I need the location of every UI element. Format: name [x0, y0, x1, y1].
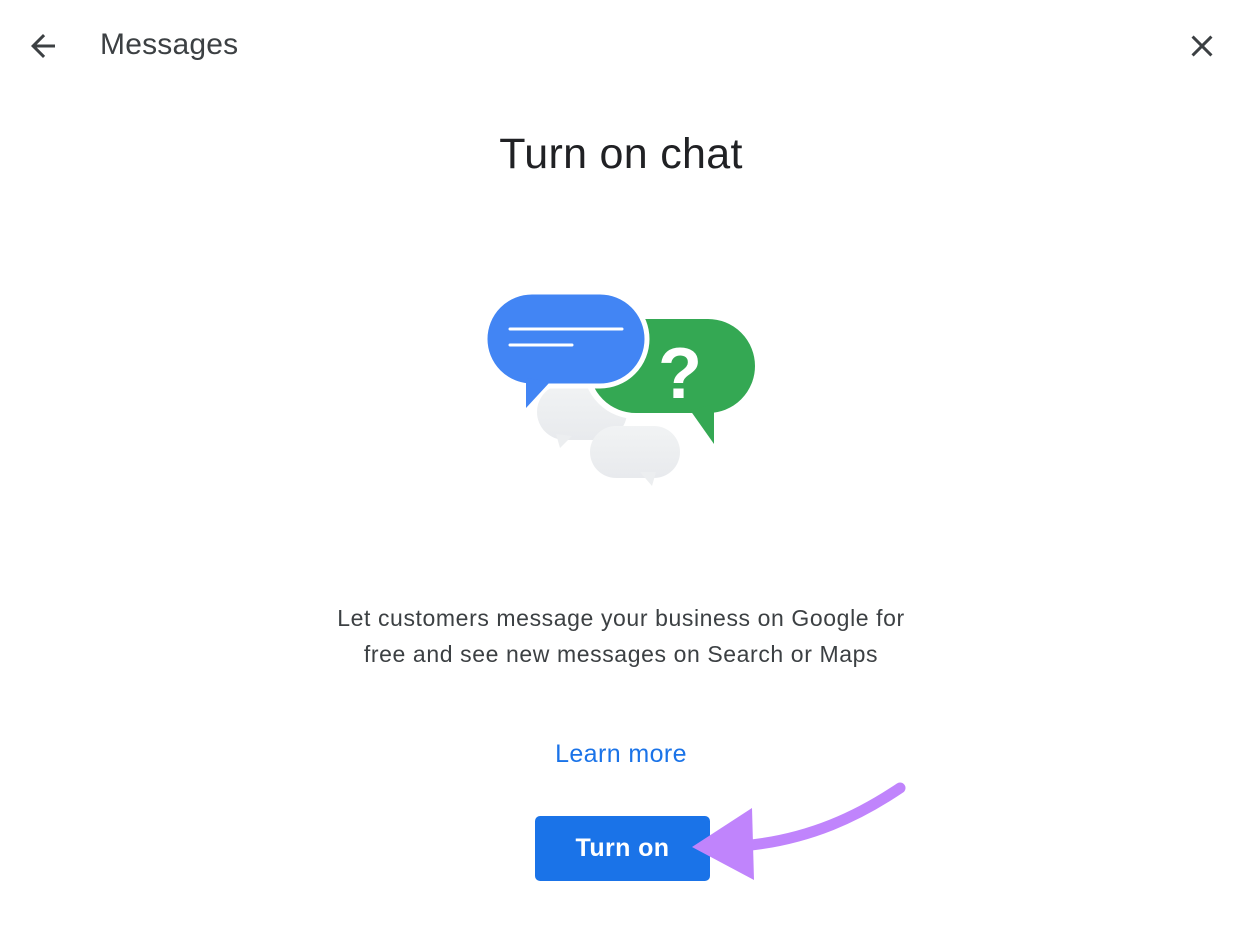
learn-more-link[interactable]: Learn more [0, 736, 1242, 772]
close-icon [1191, 35, 1213, 57]
header-title: Messages [100, 28, 239, 61]
back-button[interactable] [19, 22, 67, 70]
gray-bubble-front [590, 426, 680, 486]
arrow-back-icon [31, 34, 55, 58]
question-mark-icon: ? [658, 334, 702, 414]
description-text: Let customers message your business on G… [337, 605, 905, 667]
page-title: Turn on chat [499, 130, 743, 178]
dialog-header: Messages [0, 0, 1242, 92]
chat-bubbles-illustration: ? [482, 289, 761, 486]
turn-on-button[interactable]: Turn on [535, 816, 710, 881]
close-button[interactable] [1178, 22, 1226, 70]
annotation-arrow-icon [692, 782, 906, 880]
